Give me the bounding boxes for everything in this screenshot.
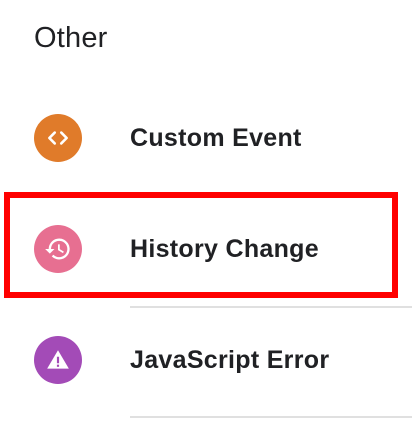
history-icon <box>34 225 82 273</box>
divider <box>130 416 412 418</box>
section-title: Other <box>34 22 108 54</box>
trigger-item-javascript-error[interactable]: JavaScript Error <box>0 314 412 406</box>
trigger-item-history-change[interactable]: History Change <box>0 203 412 295</box>
trigger-item-label: Custom Event <box>130 123 302 152</box>
trigger-item-label: JavaScript Error <box>130 345 330 374</box>
trigger-item-custom-event[interactable]: Custom Event <box>0 92 412 184</box>
code-icon <box>34 114 82 162</box>
warning-icon <box>34 336 82 384</box>
trigger-item-label: History Change <box>130 234 319 263</box>
divider <box>130 306 412 308</box>
